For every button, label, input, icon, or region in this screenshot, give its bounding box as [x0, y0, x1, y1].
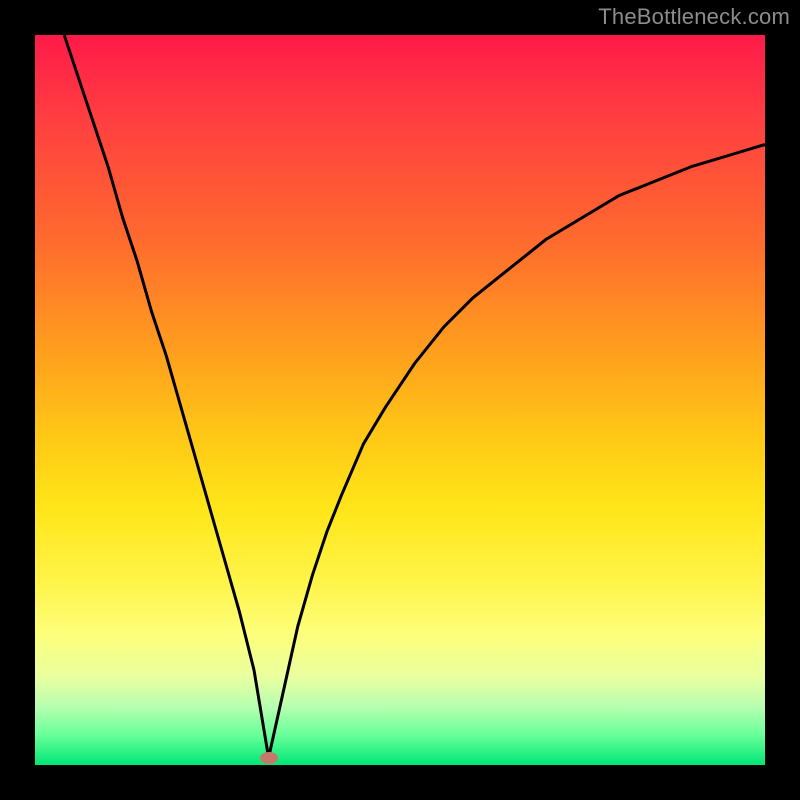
bottleneck-curve — [35, 35, 765, 765]
minimum-marker — [260, 752, 278, 764]
plot-area — [35, 35, 765, 765]
watermark-text: TheBottleneck.com — [598, 4, 790, 30]
chart-frame: TheBottleneck.com — [0, 0, 800, 800]
